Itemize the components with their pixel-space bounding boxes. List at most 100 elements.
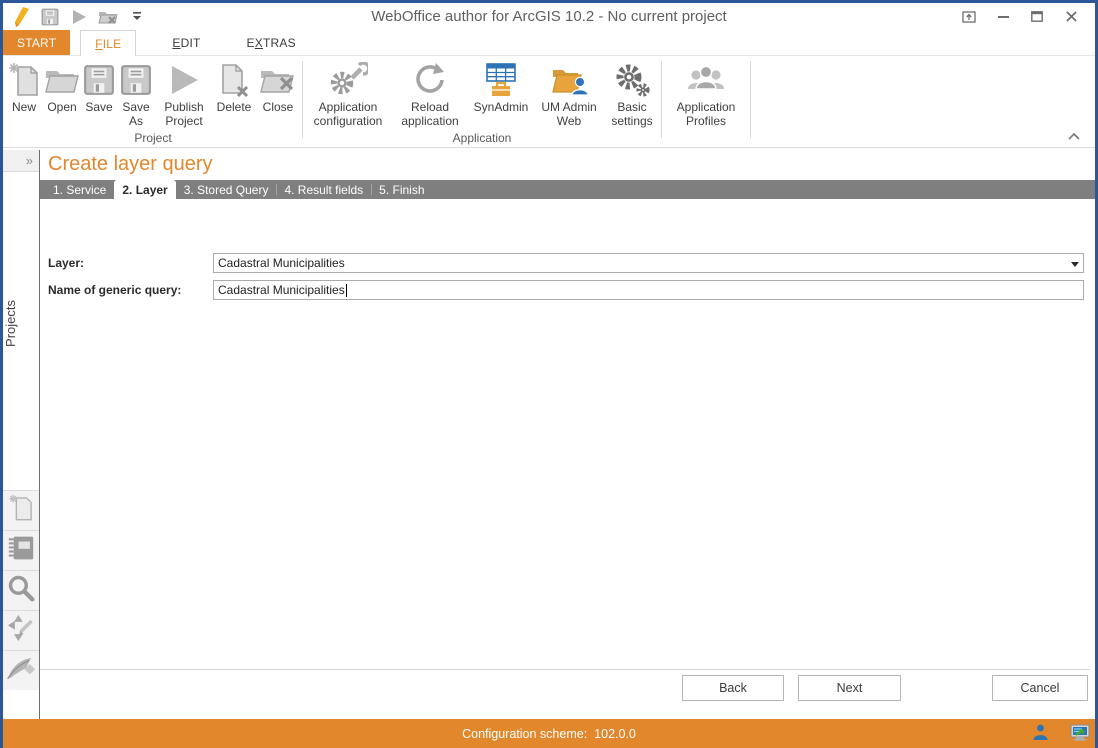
sidebar-tool-move-edit[interactable] — [3, 610, 39, 650]
layer-row: Layer: Cadastral Municipalities — [48, 253, 1084, 273]
step-result-fields[interactable]: 4. Result fields — [276, 180, 371, 199]
ribbon-group-project: New Open Save — [6, 56, 300, 147]
next-button[interactable]: Next — [798, 675, 901, 701]
reload-application-button[interactable]: Reload application — [391, 59, 469, 128]
application-profiles-button[interactable]: Application Profiles — [664, 59, 748, 128]
title-bar: WebOffice author for ArcGIS 10.2 - No cu… — [3, 3, 1095, 30]
synadmin-label: SynAdmin — [474, 100, 529, 114]
basic-settings-button[interactable]: Basic settings — [605, 59, 659, 128]
configuration-scheme-value: 102.0.0 — [594, 727, 636, 741]
basic-settings-label: Basic settings — [607, 100, 657, 128]
delete-button[interactable]: Delete — [212, 59, 256, 114]
step-layer[interactable]: 2. Layer — [114, 180, 175, 199]
gear-wrench-icon — [328, 60, 368, 100]
layer-select[interactable]: Cadastral Municipalities — [213, 253, 1084, 273]
query-name-label: Name of generic query: — [48, 283, 205, 297]
sidebar-tool-search[interactable] — [3, 570, 39, 610]
chevron-down-icon — [1071, 256, 1079, 270]
tab-start-label: START — [17, 36, 56, 50]
um-admin-web-button[interactable]: UM Admin Web — [533, 59, 605, 128]
configuration-scheme: Configuration scheme: 102.0.0 — [462, 727, 636, 741]
customize-quick-access-icon[interactable] — [127, 7, 147, 27]
save-button[interactable]: Save — [82, 59, 116, 114]
collapse-ribbon-chevron-icon[interactable] — [1065, 129, 1083, 143]
query-name-input[interactable]: Cadastral Municipalities — [213, 280, 1084, 300]
configuration-scheme-label: Configuration scheme: — [462, 727, 587, 741]
step-service[interactable]: 1. Service — [45, 180, 114, 199]
chevron-expand-icon: » — [26, 153, 33, 168]
tab-file-label: FILE — [95, 37, 121, 51]
ribbon-separator — [302, 61, 303, 138]
ribbon-group-application: Application configuration Reload applica… — [305, 56, 659, 147]
status-bar: Configuration scheme: 102.0.0 — [0, 719, 1098, 748]
sidebar-panel-label[interactable]: Projects — [3, 300, 40, 347]
tab-extras[interactable]: EXTRAS — [233, 30, 310, 55]
tab-edit[interactable]: EDIT — [158, 30, 214, 55]
publish-project-button[interactable]: Publish Project — [156, 59, 212, 128]
open-folder-icon — [44, 60, 80, 100]
publish-project-label: Publish Project — [158, 100, 210, 128]
reload-icon — [412, 60, 448, 100]
new-page-icon — [8, 60, 40, 100]
close-label: Close — [263, 100, 294, 114]
publish-play-icon[interactable] — [69, 7, 89, 27]
save-as-icon — [120, 60, 152, 100]
close-icon[interactable] — [1057, 7, 1085, 27]
tab-edit-label: EDIT — [172, 36, 200, 50]
status-icons — [1033, 719, 1090, 748]
application-profiles-label: Application Profiles — [666, 100, 746, 128]
window-controls — [955, 7, 1095, 27]
close-project-folder-icon[interactable] — [98, 7, 118, 27]
user-icon[interactable] — [1033, 724, 1048, 744]
sidebar-tool-new[interactable] — [3, 490, 39, 530]
save-icon[interactable] — [40, 7, 60, 27]
new-label: New — [12, 100, 36, 114]
projects-sidebar: » Projects — [3, 150, 40, 719]
app-pencil-logo-icon — [11, 7, 31, 27]
tab-file[interactable]: FILE — [80, 30, 136, 56]
open-button[interactable]: Open — [42, 59, 82, 114]
application-configuration-button[interactable]: Application configuration — [305, 59, 391, 128]
save-as-button[interactable]: Save As — [116, 59, 156, 128]
layer-select-value: Cadastral Municipalities — [218, 256, 345, 270]
footer-divider — [40, 669, 1090, 670]
step-finish[interactable]: 5. Finish — [371, 180, 432, 199]
maximize-icon[interactable] — [1023, 7, 1051, 27]
folder-user-icon — [550, 60, 588, 100]
publish-play-icon — [167, 60, 201, 100]
save-label: Save — [85, 100, 112, 114]
ribbon-group-profiles: Application Profiles — [664, 56, 748, 147]
ribbon-group-project-caption: Project — [6, 131, 300, 147]
pen-icon — [6, 655, 36, 686]
new-button[interactable]: New — [6, 59, 42, 114]
pin-ribbon-icon[interactable] — [955, 7, 983, 27]
ribbon-separator — [750, 61, 751, 138]
gears-icon — [613, 60, 651, 100]
open-label: Open — [47, 100, 76, 114]
close-project-button[interactable]: Close — [256, 59, 300, 114]
sidebar-tool-notebook[interactable] — [3, 530, 39, 570]
move-edit-icon — [7, 614, 35, 647]
notebook-icon — [7, 535, 35, 566]
minimize-icon[interactable] — [989, 7, 1017, 27]
sidebar-expand-button[interactable]: » — [3, 150, 39, 172]
step-stored-query[interactable]: 3. Stored Query — [176, 180, 277, 199]
tab-extras-label: EXTRAS — [247, 36, 296, 50]
layer-label: Layer: — [48, 256, 205, 270]
sidebar-tool-pen[interactable] — [3, 650, 39, 690]
main-area: » Projects — [3, 150, 1095, 719]
um-admin-web-label: UM Admin Web — [535, 100, 603, 128]
query-name-row: Name of generic query: Cadastral Municip… — [48, 280, 1084, 300]
wizard-steps-bar: 1. Service 2. Layer 3. Stored Query 4. R… — [40, 180, 1095, 199]
application-configuration-label: Application configuration — [307, 100, 389, 128]
ribbon-group-application-caption: Application — [305, 131, 659, 147]
monitor-status-icon[interactable] — [1070, 724, 1090, 744]
cancel-button[interactable]: Cancel — [992, 675, 1088, 701]
tab-start[interactable]: START — [3, 30, 70, 55]
back-button[interactable]: Back — [682, 675, 784, 701]
query-name-value: Cadastral Municipalities — [218, 283, 345, 297]
app-window: WebOffice author for ArcGIS 10.2 - No cu… — [0, 0, 1098, 748]
delete-page-icon — [218, 60, 250, 100]
search-icon — [7, 574, 35, 607]
synadmin-button[interactable]: SynAdmin — [469, 59, 533, 114]
